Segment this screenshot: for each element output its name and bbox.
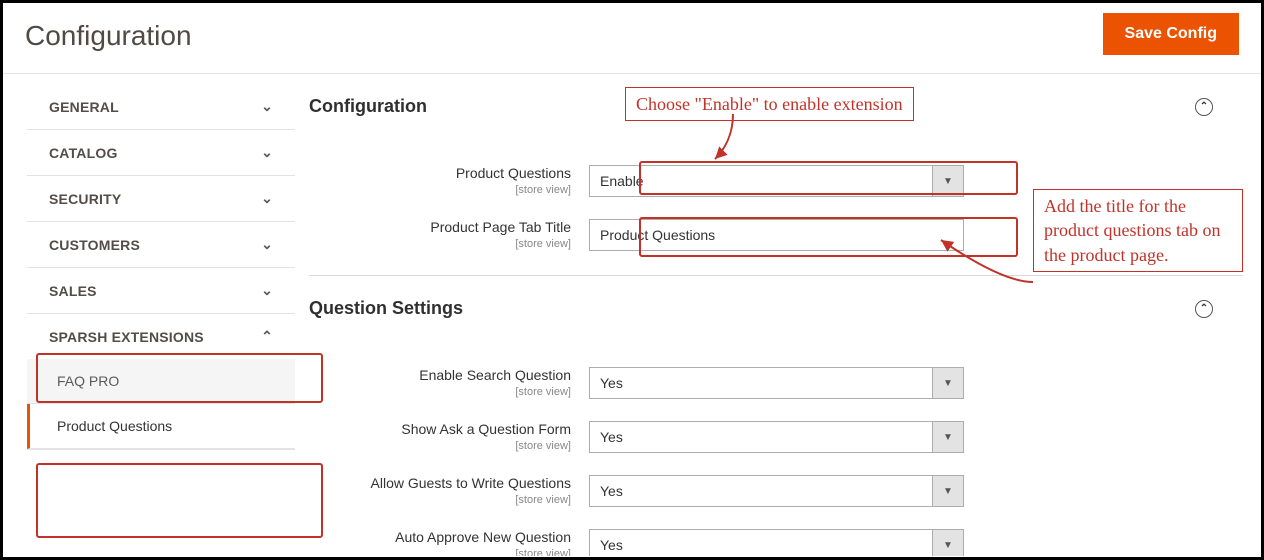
- sidebar-item-general[interactable]: GENERAL ⌄: [27, 84, 295, 129]
- field-label: Enable Search Question [store view]: [309, 367, 589, 399]
- config-content: Configuration ⌃ Product Questions [store…: [295, 74, 1261, 556]
- sidebar-item-customers[interactable]: CUSTOMERS ⌄: [27, 222, 295, 267]
- sidebar-item-catalog[interactable]: CATALOG ⌄: [27, 130, 295, 175]
- config-sidebar: GENERAL ⌄ CATALOG ⌄ SECURITY ⌄ CUSTOMERS ⌄ S…: [3, 74, 295, 556]
- sidebar-item-label: SECURITY: [49, 191, 121, 207]
- row-auto-approve: Auto Approve New Question [store view] Y…: [309, 529, 1243, 556]
- caret-down-icon: ▼: [932, 165, 964, 197]
- show-ask-question-form-select[interactable]: Yes▼: [589, 421, 964, 453]
- annotation-enable-hint: Choose "Enable" to enable extension: [625, 87, 914, 121]
- select-value: Enable: [589, 165, 932, 197]
- field-label: Product Page Tab Title [store view]: [309, 219, 589, 251]
- chevron-down-icon: ⌄: [261, 236, 273, 253]
- chevron-down-icon: ⌄: [261, 190, 273, 207]
- collapse-icon[interactable]: ⌃: [1195, 300, 1213, 318]
- collapse-icon[interactable]: ⌃: [1195, 98, 1213, 116]
- row-show-ask-form: Show Ask a Question Form [store view] Ye…: [309, 421, 1243, 453]
- save-config-button[interactable]: Save Config: [1103, 13, 1239, 55]
- scope-text: [store view]: [309, 238, 571, 251]
- section-head-question-settings[interactable]: Question Settings ⌃: [309, 290, 1243, 327]
- row-enable-search-question: Enable Search Question [store view] Yes▼: [309, 367, 1243, 399]
- select-value: Yes: [589, 529, 932, 556]
- label-text: Product Questions: [456, 165, 571, 181]
- field-label: Allow Guests to Write Questions [store v…: [309, 475, 589, 507]
- auto-approve-new-question-select[interactable]: Yes▼: [589, 529, 964, 556]
- page-title: Configuration: [25, 16, 192, 52]
- chevron-up-icon: ⌃: [261, 328, 273, 345]
- product-questions-select[interactable]: Enable ▼: [589, 165, 964, 197]
- row-allow-guests: Allow Guests to Write Questions [store v…: [309, 475, 1243, 507]
- sidebar-item-label: CATALOG: [49, 145, 118, 161]
- field-label: Auto Approve New Question [store view]: [309, 529, 589, 556]
- scope-text: [store view]: [309, 548, 571, 556]
- sidebar-item-label: GENERAL: [49, 99, 119, 115]
- chevron-down-icon: ⌄: [261, 144, 273, 161]
- scope-text: [store view]: [309, 494, 571, 507]
- caret-down-icon: ▼: [932, 367, 964, 399]
- scope-text: [store view]: [309, 184, 571, 197]
- allow-guests-write-select[interactable]: Yes▼: [589, 475, 964, 507]
- label-text: Show Ask a Question Form: [401, 421, 571, 437]
- label-text: Enable Search Question: [419, 367, 571, 383]
- caret-down-icon: ▼: [932, 421, 964, 453]
- scope-text: [store view]: [309, 386, 571, 399]
- select-value: Yes: [589, 475, 932, 507]
- scope-text: [store view]: [309, 440, 571, 453]
- sidebar-item-label: SALES: [49, 283, 97, 299]
- sidebar-sub-sparsh: FAQ PRO Product Questions: [27, 359, 295, 449]
- layout: GENERAL ⌄ CATALOG ⌄ SECURITY ⌄ CUSTOMERS ⌄ S…: [3, 74, 1261, 556]
- select-value: Yes: [589, 367, 932, 399]
- annotation-title-hint: Add the title for the product questions …: [1033, 189, 1243, 272]
- label-text: Product Page Tab Title: [430, 219, 571, 235]
- sidebar-subitem-faq-pro[interactable]: FAQ PRO: [27, 359, 295, 404]
- sidebar-subitem-product-questions[interactable]: Product Questions: [27, 404, 295, 449]
- page-header: Configuration Save Config: [3, 3, 1261, 74]
- section-title: Question Settings: [309, 298, 463, 319]
- caret-down-icon: ▼: [932, 529, 964, 556]
- field-label: Product Questions [store view]: [309, 165, 589, 197]
- sidebar-item-label: SPARSH EXTENSIONS: [49, 329, 204, 345]
- select-value: Yes: [589, 421, 932, 453]
- label-text: Auto Approve New Question: [395, 529, 571, 545]
- sidebar-item-security[interactable]: SECURITY ⌄: [27, 176, 295, 221]
- fieldset-question-settings: Enable Search Question [store view] Yes▼…: [309, 327, 1243, 556]
- sidebar-item-label: CUSTOMERS: [49, 237, 140, 253]
- chevron-down-icon: ⌄: [261, 98, 273, 115]
- tab-title-input[interactable]: [589, 219, 964, 251]
- caret-down-icon: ▼: [932, 475, 964, 507]
- sidebar-item-sparsh-extensions[interactable]: SPARSH EXTENSIONS ⌃: [27, 314, 295, 359]
- enable-search-question-select[interactable]: Yes▼: [589, 367, 964, 399]
- field-label: Show Ask a Question Form [store view]: [309, 421, 589, 453]
- label-text: Allow Guests to Write Questions: [371, 475, 571, 491]
- section-title: Configuration: [309, 96, 427, 117]
- sidebar-item-sales[interactable]: SALES ⌄: [27, 268, 295, 313]
- chevron-down-icon: ⌄: [261, 282, 273, 299]
